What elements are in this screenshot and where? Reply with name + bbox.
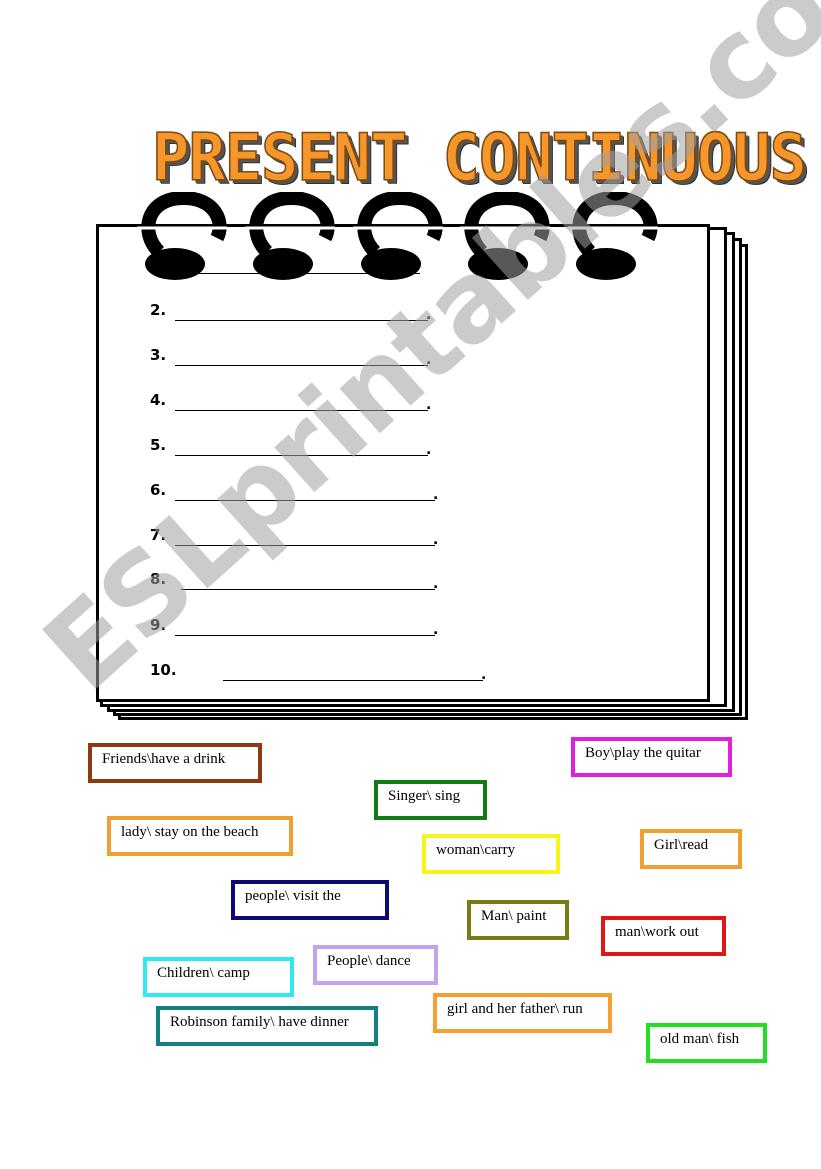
line-number: 9. bbox=[150, 616, 167, 634]
line-number: 3. bbox=[150, 346, 167, 364]
prompt-card[interactable]: girl and her father\ run bbox=[433, 993, 612, 1033]
spiral-ring-icon bbox=[353, 192, 443, 280]
prompt-card[interactable]: Singer\ sing bbox=[374, 780, 487, 820]
spiral-ring-icon bbox=[568, 192, 658, 280]
prompt-card[interactable]: Children\ camp bbox=[143, 957, 294, 997]
line-number: 4. bbox=[150, 391, 167, 409]
spiral-ring-icon bbox=[245, 192, 335, 280]
line-period: . bbox=[433, 487, 439, 503]
prompt-card[interactable]: Boy\play the quitar bbox=[571, 737, 732, 777]
line-number: 7. bbox=[150, 526, 167, 544]
prompt-card[interactable]: woman\carry bbox=[422, 834, 560, 874]
answer-blank[interactable] bbox=[175, 615, 435, 636]
answer-blank[interactable] bbox=[175, 525, 435, 546]
answer-blank[interactable] bbox=[175, 345, 428, 366]
line-number: 6. bbox=[150, 481, 167, 499]
spiral-ring-icon bbox=[460, 192, 550, 280]
line-period: . bbox=[433, 532, 439, 548]
line-period: . bbox=[426, 397, 432, 413]
line-period: . bbox=[426, 442, 432, 458]
prompt-card[interactable]: man\work out bbox=[601, 916, 726, 956]
answer-line-5: 5. . bbox=[150, 432, 440, 458]
answer-line-6: 6. . bbox=[150, 477, 450, 503]
line-period: . bbox=[433, 622, 439, 638]
line-period: . bbox=[433, 576, 439, 592]
prompt-card[interactable]: Friends\have a drink bbox=[88, 743, 262, 783]
answer-line-8: 8. . bbox=[150, 566, 450, 592]
line-period: . bbox=[426, 352, 432, 368]
answer-line-3: 3. . bbox=[150, 342, 440, 368]
line-number: 2. bbox=[150, 301, 167, 319]
answer-blank[interactable] bbox=[175, 300, 428, 321]
spiral-ring-icon bbox=[137, 192, 227, 280]
prompt-card[interactable]: Man\ paint bbox=[467, 900, 569, 940]
line-number: 5. bbox=[150, 436, 167, 454]
worksheet-title: PRESENT CONTINUOUS bbox=[151, 118, 807, 196]
answer-blank[interactable] bbox=[175, 435, 428, 456]
answer-line-10: 10. . bbox=[150, 657, 495, 683]
answer-line-9: 9. . bbox=[150, 612, 450, 638]
answer-line-2: 2. . bbox=[150, 297, 440, 323]
line-number: 10. bbox=[150, 661, 177, 679]
prompt-card[interactable]: lady\ stay on the beach bbox=[107, 816, 293, 856]
answer-blank[interactable] bbox=[175, 480, 435, 501]
line-period: . bbox=[481, 667, 487, 683]
prompt-card[interactable]: people\ visit the bbox=[231, 880, 389, 920]
answer-blank[interactable] bbox=[223, 660, 483, 681]
answer-line-4: 4. . bbox=[150, 387, 440, 413]
prompt-card[interactable]: old man\ fish bbox=[646, 1023, 767, 1063]
answer-blank[interactable] bbox=[175, 390, 428, 411]
prompt-card[interactable]: People\ dance bbox=[313, 945, 438, 985]
line-number: 8. bbox=[150, 570, 167, 588]
prompt-card[interactable]: Girl\read bbox=[640, 829, 742, 869]
answer-line-7: 7. . bbox=[150, 522, 450, 548]
line-period: . bbox=[426, 307, 432, 323]
answer-blank[interactable] bbox=[181, 569, 435, 590]
prompt-card[interactable]: Robinson family\ have dinner bbox=[156, 1006, 378, 1046]
